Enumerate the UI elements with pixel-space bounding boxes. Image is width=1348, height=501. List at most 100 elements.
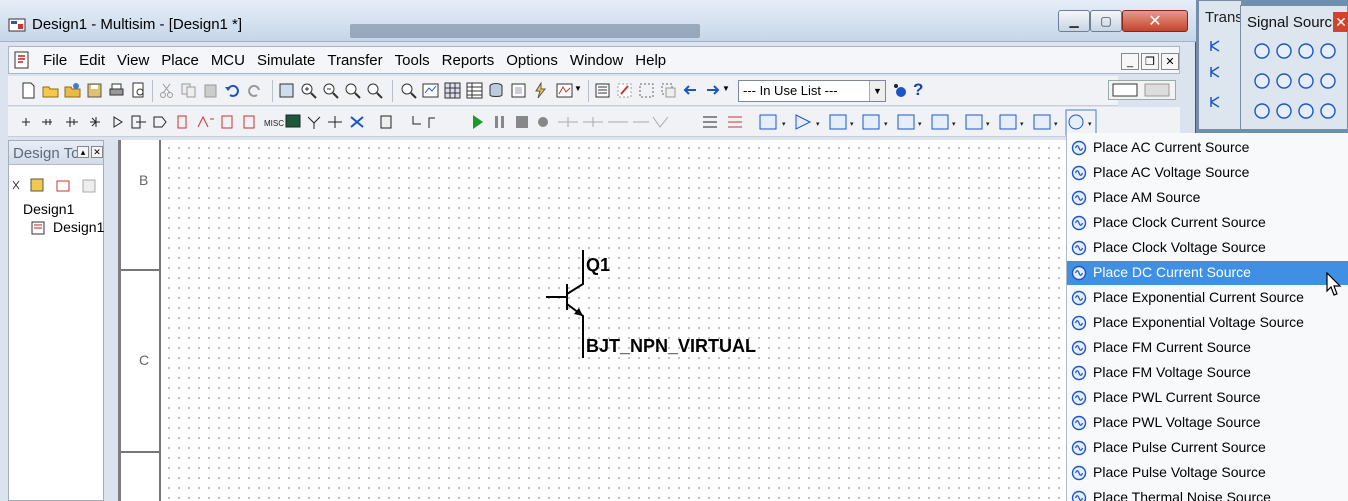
schematic-sheet-icon xyxy=(31,221,45,235)
menu-item-place-pwl-voltage-source[interactable]: Place PWL Voltage Source xyxy=(1067,411,1348,435)
in-use-list-dropdown[interactable]: --- In Use List --- ▼ xyxy=(738,80,886,102)
menu-item-place-clock-voltage-source[interactable]: Place Clock Voltage Source xyxy=(1067,236,1348,260)
electrical-rules-icon[interactable] xyxy=(532,82,549,99)
paste-icon[interactable] xyxy=(202,82,219,99)
schematic-canvas[interactable]: B C Q1 BJT_NPN_VIRTUAL xyxy=(118,140,1068,501)
svg-text:▾: ▾ xyxy=(1088,121,1092,128)
print-preview-icon[interactable] xyxy=(130,82,147,99)
rules-check-icon[interactable] xyxy=(616,82,633,99)
signal-window-close-button[interactable]: ✕ xyxy=(1333,12,1348,32)
open-folder-icon[interactable] xyxy=(42,82,59,99)
education-web-icon[interactable] xyxy=(892,82,909,99)
redo-icon[interactable] xyxy=(246,82,263,99)
multisim-window: Design1 - Multisim - [Design1 *] ▁ ▢ ✕ F… xyxy=(0,0,1196,501)
menu-edit[interactable]: Edit xyxy=(73,52,111,69)
menu-item-place-thermal-noise-source[interactable]: Place Thermal Noise Source xyxy=(1067,486,1348,501)
grapher-icon[interactable] xyxy=(422,82,439,99)
menu-item-place-am-source[interactable]: Place AM Source xyxy=(1067,186,1348,210)
maximize-button[interactable]: ▢ xyxy=(1090,10,1122,32)
select-area-icon[interactable] xyxy=(638,82,655,99)
svg-text:▾: ▾ xyxy=(986,121,990,128)
tree-item-design-sheet[interactable]: Design1 xyxy=(23,219,104,235)
menu-file[interactable]: File xyxy=(37,52,73,69)
component-name[interactable]: BJT_NPN_VIRTUAL xyxy=(586,336,756,357)
menu-item-place-fm-voltage-source[interactable]: Place FM Voltage Source xyxy=(1067,361,1348,385)
signal-source-icon xyxy=(1071,165,1087,181)
signal-source-icon xyxy=(1071,140,1087,156)
close-button[interactable]: ✕ xyxy=(1122,10,1188,32)
menu-item-place-clock-current-source[interactable]: Place Clock Current Source xyxy=(1067,211,1348,235)
copy-bitmap-icon[interactable] xyxy=(660,82,677,99)
menu-item-place-pulse-current-source[interactable]: Place Pulse Current Source xyxy=(1067,436,1348,460)
zoom-area-icon[interactable] xyxy=(344,82,361,99)
menu-item-place-pwl-current-source[interactable]: Place PWL Current Source xyxy=(1067,386,1348,410)
mdi-minimize-button[interactable]: _ xyxy=(1121,53,1139,70)
document-icon[interactable] xyxy=(13,51,31,69)
menu-item-label: Place Pulse Voltage Source xyxy=(1093,464,1266,480)
menu-mcu[interactable]: MCU xyxy=(205,52,251,69)
menu-item-label: Place FM Voltage Source xyxy=(1093,364,1251,380)
menu-item-place-pulse-voltage-source[interactable]: Place Pulse Voltage Source xyxy=(1067,461,1348,485)
menu-help[interactable]: Help xyxy=(629,52,672,69)
dropdown-arrow-icon[interactable]: ▼ xyxy=(574,84,582,93)
panel-pin-icon[interactable]: ▴ xyxy=(77,146,89,158)
signal-source-icon xyxy=(1071,340,1087,356)
save-icon[interactable] xyxy=(86,82,103,99)
menu-tools[interactable]: Tools xyxy=(389,52,436,69)
menu-item-place-exponential-voltage-source[interactable]: Place Exponential Voltage Source xyxy=(1067,311,1348,335)
background-window-strip xyxy=(350,24,700,38)
undo-icon[interactable] xyxy=(224,82,241,99)
menu-item-label: Place FM Current Source xyxy=(1093,339,1251,355)
mdi-restore-button[interactable]: ❐ xyxy=(1141,53,1159,70)
toggle-grid-icon[interactable] xyxy=(444,82,461,99)
menu-options[interactable]: Options xyxy=(500,52,564,69)
mdi-close-button[interactable]: ✕ xyxy=(1161,53,1179,70)
menu-view[interactable]: View xyxy=(111,52,155,69)
copy-icon[interactable] xyxy=(180,82,197,99)
menu-transfer[interactable]: Transfer xyxy=(321,52,388,69)
tree-item-design-root[interactable]: Design1 xyxy=(15,201,74,217)
panel-close-icon[interactable]: ✕ xyxy=(91,146,103,158)
menu-item-place-dc-current-source[interactable]: Place DC Current Source xyxy=(1067,261,1348,285)
component-reference[interactable]: Q1 xyxy=(586,255,610,276)
menu-window[interactable]: Window xyxy=(564,52,629,69)
svg-text:▾: ▾ xyxy=(952,121,956,128)
cut-icon[interactable] xyxy=(158,82,175,99)
menu-item-label: Place Clock Voltage Source xyxy=(1093,239,1266,255)
svg-text:▾: ▾ xyxy=(850,121,854,128)
forward-annotate-icon[interactable] xyxy=(704,82,721,99)
zoom-fit-icon[interactable] xyxy=(366,82,383,99)
menu-item-place-fm-current-source[interactable]: Place FM Current Source xyxy=(1067,336,1348,360)
new-file-icon[interactable] xyxy=(20,82,37,99)
zoom-in-icon[interactable] xyxy=(300,82,317,99)
dropdown-arrow-icon[interactable]: ▼ xyxy=(722,84,730,93)
find-icon[interactable] xyxy=(400,82,417,99)
spreadsheet-icon[interactable] xyxy=(466,82,483,99)
transistor-icons[interactable] xyxy=(1207,37,1237,127)
postprocessor-icon[interactable] xyxy=(556,82,573,99)
full-screen-icon[interactable] xyxy=(278,82,295,99)
menu-item-label: Place Exponential Current Source xyxy=(1093,289,1304,305)
menu-item-place-exponential-current-source[interactable]: Place Exponential Current Source xyxy=(1067,286,1348,310)
database-manager-icon[interactable] xyxy=(488,82,505,99)
menu-item-label: Place AM Source xyxy=(1093,189,1201,205)
minimize-button[interactable]: ▁ xyxy=(1058,10,1090,32)
menu-item-place-ac-current-source[interactable]: Place AC Current Source xyxy=(1067,136,1348,160)
window-title: Design1 - Multisim - [Design1 *] xyxy=(32,16,243,33)
zoom-out-icon[interactable] xyxy=(322,82,339,99)
back-annotate-icon[interactable] xyxy=(682,82,699,99)
open-sample-icon[interactable] xyxy=(64,82,81,99)
menu-simulate[interactable]: Simulate xyxy=(251,52,321,69)
help-icon[interactable]: ? xyxy=(913,80,923,100)
menu-place[interactable]: Place xyxy=(155,52,205,69)
chevron-down-icon[interactable]: ▼ xyxy=(869,81,885,101)
print-icon[interactable] xyxy=(108,82,125,99)
bom-icon[interactable] xyxy=(594,82,611,99)
menu-item-place-ac-voltage-source[interactable]: Place AC Voltage Source xyxy=(1067,161,1348,185)
menu-item-label: Place PWL Voltage Source xyxy=(1093,414,1261,430)
simulation-switch[interactable] xyxy=(1108,80,1176,100)
signal-source-icons[interactable] xyxy=(1253,42,1348,122)
component-wizard-icon[interactable] xyxy=(510,82,527,99)
menu-reports[interactable]: Reports xyxy=(436,52,501,69)
svg-text:▾: ▾ xyxy=(1020,121,1024,128)
